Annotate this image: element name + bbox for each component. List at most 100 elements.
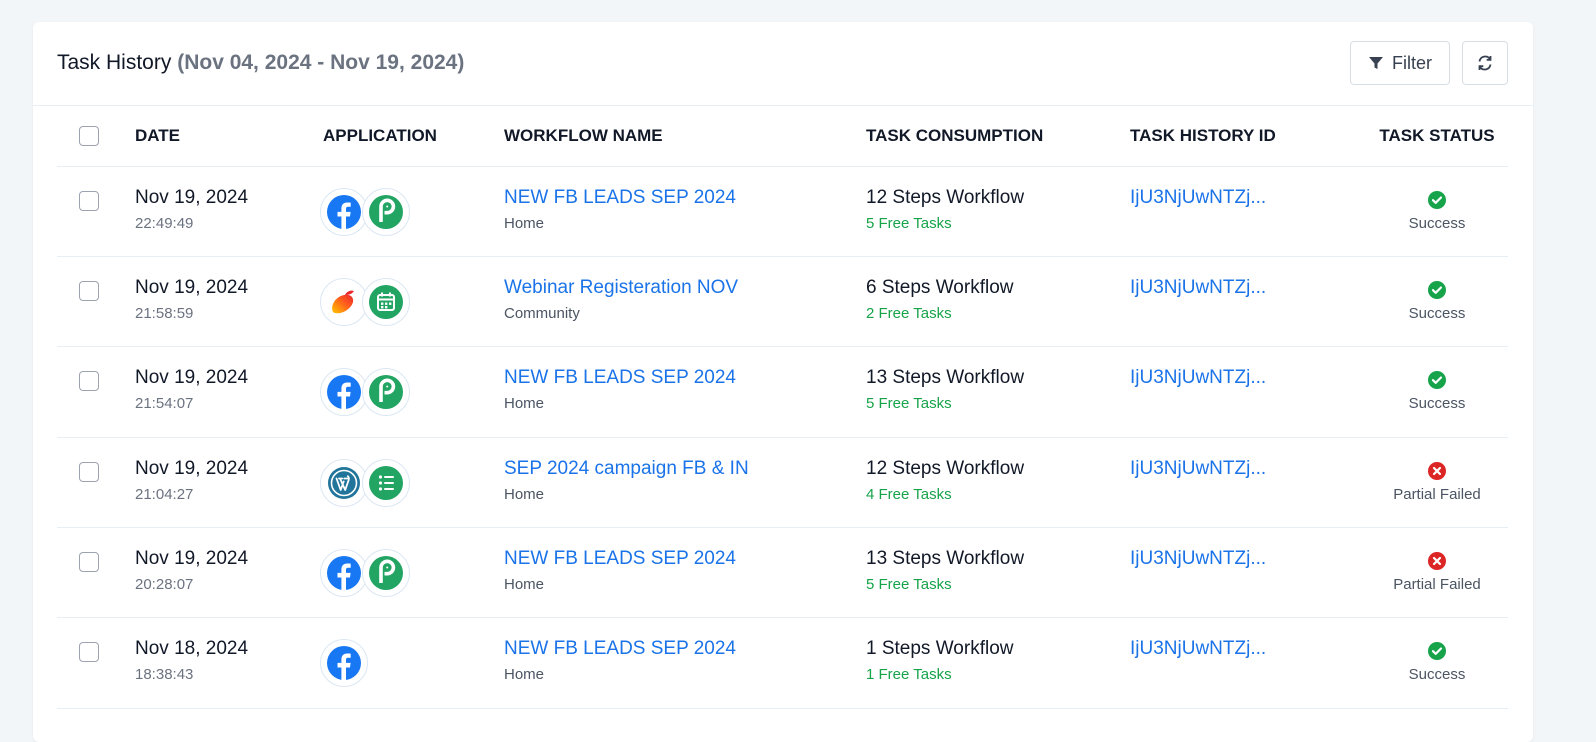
status-icon (1428, 552, 1446, 571)
column-header-date[interactable]: DATE (135, 106, 323, 167)
select-cell (57, 346, 135, 438)
column-header-workflow-name[interactable]: WORKFLOW NAME (504, 106, 866, 167)
row-checkbox[interactable] (79, 280, 99, 301)
select-cell (57, 256, 135, 348)
app-icons (320, 549, 504, 598)
workflow-name-link[interactable]: NEW FB LEADS SEP 2024 (504, 548, 866, 570)
row-time: 18:38:43 (135, 666, 194, 684)
application-cell (320, 166, 504, 257)
app-icons (320, 639, 504, 688)
refresh-icon (1478, 55, 1492, 71)
task-history-id-link[interactable]: IjU3NjUwNTZj... (1130, 638, 1366, 660)
column-header-task-consumption[interactable]: TASK CONSUMPTION (866, 106, 1130, 167)
row-date: Nov 19, 2024 (135, 367, 249, 389)
task-history-id-link[interactable]: IjU3NjUwNTZj... (1130, 458, 1366, 480)
workflow-folder: Home (504, 576, 545, 594)
task-consumption-cell: 13 Steps Workflow 5 Free Tasks (866, 346, 1130, 438)
free-tasks: 5 Free Tasks (866, 395, 952, 413)
facebook-icon (320, 187, 368, 236)
workflow-cell: NEW FB LEADS SEP 2024 Home (504, 617, 866, 709)
page-title: Task History (Nov 04, 2024 - Nov 19, 202… (57, 51, 464, 75)
workflow-cell: SEP 2024 campaign FB & IN Home (504, 437, 866, 529)
application-cell (320, 617, 504, 709)
status-badge: Success (1408, 214, 1466, 232)
table-row: Nov 19, 2024 21:04:27 SEP 2024 campaign … (57, 437, 1508, 529)
task-consumption-cell: 13 Steps Workflow 5 Free Tasks (866, 527, 1130, 619)
row-time: 22:49:49 (135, 214, 194, 232)
app-icons (320, 187, 504, 236)
task-history-id-link[interactable]: IjU3NjUwNTZj... (1130, 187, 1366, 209)
application-cell (320, 437, 504, 529)
table-row: Nov 19, 2024 21:54:07 NEW FB LEADS SEP 2… (57, 346, 1508, 438)
steps-count: 12 Steps Workflow (866, 186, 1025, 208)
task-status-cell: Success (1366, 617, 1508, 709)
refresh-button[interactable] (1462, 41, 1508, 85)
workflow-name-link[interactable]: Webinar Registeration NOV (504, 277, 866, 299)
workflow-cell: NEW FB LEADS SEP 2024 Home (504, 527, 866, 619)
failed-icon (1428, 552, 1446, 571)
free-tasks: 5 Free Tasks (866, 576, 952, 594)
date-cell: Nov 18, 2024 18:38:43 (135, 617, 323, 709)
column-header-application[interactable]: APPLICATION (323, 106, 504, 167)
column-header-task-status[interactable]: TASK STATUS (1366, 106, 1508, 167)
row-checkbox[interactable] (79, 552, 99, 573)
table-header-row: DATE APPLICATION WORKFLOW NAME TASK CONS… (57, 106, 1508, 167)
application-cell (320, 346, 504, 438)
select-cell (57, 527, 135, 619)
title-text: Task History (57, 51, 172, 74)
task-history-id-cell: IjU3NjUwNTZj... (1130, 617, 1366, 709)
row-checkbox[interactable] (79, 461, 99, 482)
task-history-id-cell: IjU3NjUwNTZj... (1130, 527, 1366, 619)
table-row: Nov 19, 2024 21:58:59 Webinar Registerat… (57, 256, 1508, 348)
status-badge: Success (1408, 304, 1466, 322)
status-icon (1428, 371, 1446, 390)
row-date: Nov 19, 2024 (135, 548, 249, 570)
select-cell (57, 166, 135, 257)
row-date: Nov 19, 2024 (135, 276, 249, 298)
date-range: (Nov 04, 2024 - Nov 19, 2024) (177, 51, 465, 74)
task-status-cell: Partial Failed (1366, 527, 1508, 619)
status-icon (1428, 461, 1446, 480)
pabbly-icon (362, 368, 410, 417)
success-icon (1428, 280, 1446, 299)
status-badge: Partial Failed (1393, 485, 1481, 503)
table-row: Nov 18, 2024 18:38:43 NEW FB LEADS SEP 2… (57, 617, 1508, 709)
free-tasks: 1 Free Tasks (866, 666, 952, 684)
steps-count: 6 Steps Workflow (866, 276, 1014, 298)
task-history-id-link[interactable]: IjU3NjUwNTZj... (1130, 367, 1366, 389)
row-checkbox[interactable] (79, 190, 99, 211)
task-history-id-link[interactable]: IjU3NjUwNTZj... (1130, 277, 1366, 299)
workflow-folder: Home (504, 214, 545, 232)
success-icon (1428, 190, 1446, 209)
workflow-folder: Community (504, 304, 580, 322)
workflow-name-link[interactable]: NEW FB LEADS SEP 2024 (504, 638, 866, 660)
workflow-name-link[interactable]: NEW FB LEADS SEP 2024 (504, 367, 866, 389)
date-cell: Nov 19, 2024 21:58:59 (135, 256, 323, 348)
steps-count: 13 Steps Workflow (866, 367, 1025, 389)
workflow-cell: Webinar Registeration NOV Community (504, 256, 866, 348)
select-all-checkbox[interactable] (79, 125, 99, 146)
row-checkbox[interactable] (79, 371, 99, 392)
workflow-cell: NEW FB LEADS SEP 2024 Home (504, 166, 866, 257)
workflow-name-link[interactable]: NEW FB LEADS SEP 2024 (504, 187, 866, 209)
status-badge: Success (1408, 395, 1466, 413)
task-history-card: Task History (Nov 04, 2024 - Nov 19, 202… (33, 22, 1533, 742)
task-history-id-link[interactable]: IjU3NjUwNTZj... (1130, 548, 1366, 570)
column-header-task-history-id[interactable]: TASK HISTORY ID (1130, 106, 1366, 167)
steps-count: 13 Steps Workflow (866, 548, 1025, 570)
pabbly-icon (362, 549, 410, 598)
row-checkbox[interactable] (79, 642, 99, 663)
workflow-name-link[interactable]: SEP 2024 campaign FB & IN (504, 458, 866, 480)
status-icon (1428, 642, 1446, 661)
date-cell: Nov 19, 2024 22:49:49 (135, 166, 323, 257)
row-date: Nov 19, 2024 (135, 457, 249, 479)
failed-icon (1428, 461, 1446, 480)
wordpress-icon (320, 458, 368, 507)
filter-button[interactable]: Filter (1350, 41, 1450, 85)
date-cell: Nov 19, 2024 20:28:07 (135, 527, 323, 619)
task-consumption-cell: 6 Steps Workflow 2 Free Tasks (866, 256, 1130, 348)
facebook-icon (320, 549, 368, 598)
pabbly-icon (362, 187, 410, 236)
task-status-cell: Success (1366, 346, 1508, 438)
task-consumption-cell: 1 Steps Workflow 1 Free Tasks (866, 617, 1130, 709)
